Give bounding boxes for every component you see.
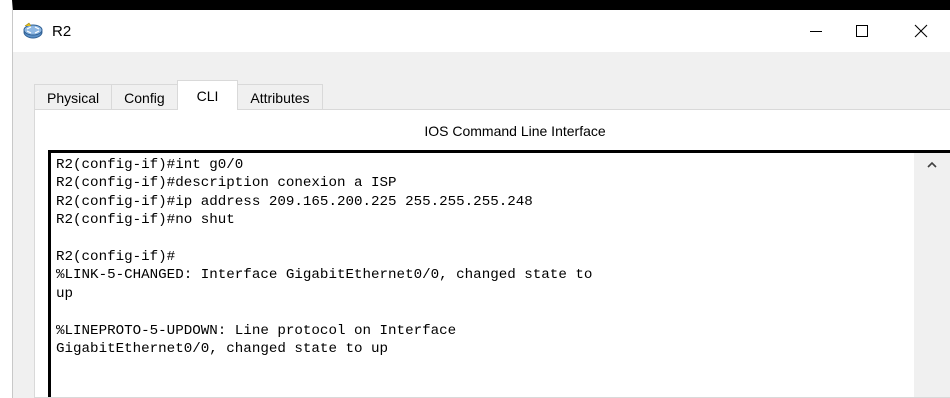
terminal-line: %LINK-5-CHANGED: Interface GigabitEthern… [56,267,593,284]
terminal-line: R2(config-if)#no shut [56,212,235,229]
terminal-line: R2(config-if)# [56,248,176,265]
close-button[interactable] [898,10,944,52]
terminal-line: up [56,285,74,302]
maximize-icon [856,25,868,37]
minimize-icon [810,31,822,32]
cli-panel: IOS Command Line Interface R2(config-if)… [34,109,950,398]
scroll-up-button[interactable] [914,153,950,175]
tab-strip: Physical Config CLI Attributes [34,80,323,110]
terminal-line: R2(config-if)#ip address 209.165.200.225… [56,193,533,210]
maximize-button[interactable] [839,10,885,52]
terminal-line: R2(config-if)#description conexion a ISP [56,175,397,192]
chevron-up-icon [927,161,937,168]
router-window: R2 Physical Config CLI Attributes IOS Co… [12,0,950,398]
tab-cli[interactable]: CLI [176,80,239,110]
window-client-area: Physical Config CLI Attributes IOS Comma… [13,52,950,398]
cli-terminal[interactable]: R2(config-if)#int g0/0 R2(config-if)#desc… [48,150,950,397]
tab-attributes[interactable]: Attributes [237,84,323,110]
cli-heading: IOS Command Line Interface [424,123,606,139]
tab-config[interactable]: Config [111,84,178,110]
router-icon [23,22,43,40]
window-title: R2 [52,23,72,40]
close-icon [914,24,928,38]
minimize-button[interactable] [793,10,839,52]
terminal-line: %LINEPROTO-5-UPDOWN: Line protocol on In… [56,322,457,339]
title-bar[interactable]: R2 [13,10,950,52]
tab-physical[interactable]: Physical [34,84,113,110]
terminal-line: R2(config-if)#int g0/0 [56,157,244,173]
terminal-output[interactable]: R2(config-if)#int g0/0 R2(config-if)#desc… [56,156,856,358]
terminal-line: GigabitEthernet0/0, changed state to up [56,340,389,357]
vertical-scrollbar[interactable] [914,153,950,397]
